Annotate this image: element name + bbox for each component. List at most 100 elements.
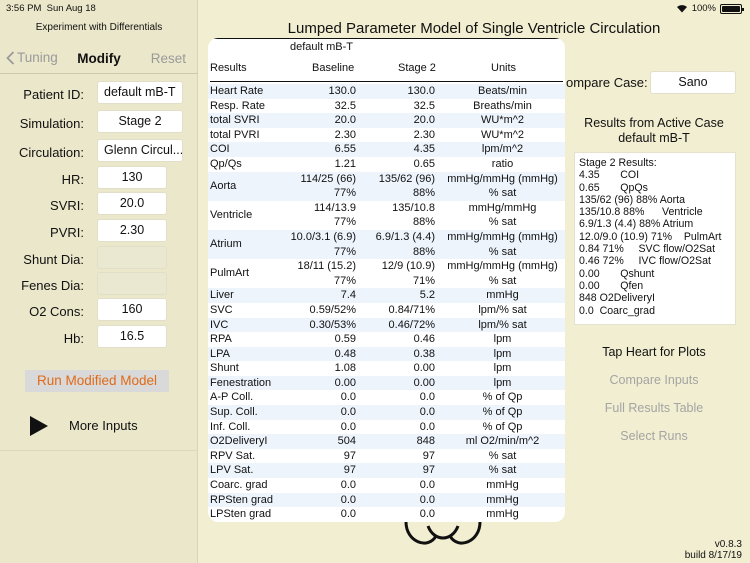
svri-label: SVRI: [50, 198, 84, 213]
stage-value: 848 [416, 435, 435, 448]
units-value: WU*m^2 [480, 128, 525, 141]
results-line: 0.65 QpQs [579, 181, 648, 194]
baseline-value: 6.55 [334, 143, 356, 156]
results-table-panel[interactable]: default mB-T Results Baseline Stage 2 Un… [208, 38, 565, 522]
baseline-value: 114/25 (66) [300, 172, 356, 185]
pvri-field[interactable]: 2.30 [97, 219, 167, 242]
stage-value: 0.46 [413, 333, 435, 346]
units-value: Breaths/min [473, 99, 532, 112]
column-header-baseline: Baseline [312, 62, 355, 74]
hr-label: HR: [61, 172, 84, 187]
table-row: Heart Rate 130.0 130.0 Beats/min [208, 84, 565, 99]
status-date: Sun Aug 18 [46, 3, 96, 14]
units-value: % of Qp [482, 406, 523, 419]
table-row: IVC 0.30/53% 0.46/72% lpm/% sat [208, 317, 565, 333]
full-results-table-button[interactable]: Full Results Table [570, 401, 738, 415]
baseline-value: 20.0 [334, 114, 356, 127]
baseline-value: 10.0/3.1 (6.9) [290, 230, 356, 243]
table-header-divider [210, 81, 563, 82]
form-row-shunt-dia: Shunt Dia: [0, 246, 198, 273]
stage-value: 0.0 [419, 420, 435, 433]
units-value: % sat [488, 464, 517, 477]
app-title: Experiment with Differentials [35, 22, 163, 33]
table-row: SVC 0.59/52% 0.84/71% lpm/% sat [208, 303, 565, 318]
stage-value: 0.0 [419, 493, 435, 506]
baseline-value: 0.0 [340, 391, 356, 404]
units-value: mmHg [486, 508, 519, 521]
table-row: LPA 0.48 0.38 lpm [208, 346, 565, 362]
table-row: LPSten grad 0.0 0.0 mmHg [208, 507, 565, 522]
baseline-value: 97 [343, 449, 356, 462]
select-runs-button[interactable]: Select Runs [570, 429, 738, 443]
row-label: Sup. Coll. [210, 406, 258, 419]
row-label: Qp/Qs [210, 157, 242, 170]
row-label: LPSten grad [210, 508, 272, 521]
table-row: RPSten grad 0.0 0.0 mmHg [208, 492, 565, 508]
results-line: 135/62 (96) 88% Aorta [579, 193, 686, 206]
reset-button[interactable]: Reset [151, 51, 186, 66]
shunt-dia-field[interactable] [97, 246, 167, 269]
stage-value: 130.0 [407, 85, 435, 97]
compare-inputs-button[interactable]: Compare Inputs [570, 373, 738, 387]
row-label: Ventricle [210, 208, 253, 221]
compare-case-field[interactable]: Sano [650, 71, 736, 94]
stage-value: 20.0 [413, 114, 435, 127]
form-row-pvri: PVRI: 2.30 [0, 219, 198, 246]
status-time-date: 3:56 PM Sun Aug 18 [6, 3, 96, 14]
row-label: Coarc. grad [210, 479, 268, 492]
form-row-fenes-dia: Fenes Dia: [0, 272, 198, 299]
navbar: Tuning Modify Reset [0, 44, 198, 74]
stage-value: 135/62 (96) [378, 172, 435, 185]
simulation-field[interactable]: Stage 2 [97, 110, 183, 133]
stage-value: 0.46/72% [388, 318, 435, 331]
stage-value-line2: 88% [412, 245, 435, 258]
svri-field[interactable]: 20.0 [97, 192, 167, 215]
units-value-line2: % sat [488, 274, 517, 287]
baseline-value-line2: 77% [333, 187, 356, 200]
baseline-value: 0.0 [340, 508, 356, 521]
row-label: Fenestration [210, 376, 272, 389]
hb-field[interactable]: 16.5 [97, 325, 167, 348]
more-inputs-button[interactable]: More Inputs [28, 414, 188, 436]
patient-id-field[interactable]: default mB-T [97, 81, 183, 104]
baseline-value: 0.0 [340, 479, 356, 492]
table-row: total PVRI 2.30 2.30 WU*m^2 [208, 128, 565, 143]
simulation-label: Simulation: [19, 116, 84, 131]
sidebar-divider [0, 450, 198, 451]
results-line: 12.0/9.0 (10.9) 71% PulmArt [579, 230, 722, 243]
units-value: % of Qp [482, 391, 523, 404]
tap-heart-label: Tap Heart for Plots [602, 345, 706, 359]
circulation-field[interactable]: Glenn Circul... [97, 139, 183, 162]
row-label: Shunt [210, 362, 239, 375]
units-value: ratio [491, 157, 514, 170]
form-row-circulation: Circulation: Glenn Circul... [0, 139, 198, 166]
baseline-value: 0.00 [334, 376, 356, 389]
results-line: 135/10.8 88% Ventricle [579, 206, 703, 219]
form-row-patient-id: Patient ID: default mB-T [0, 81, 198, 108]
fenes-dia-label: Fenes Dia: [21, 278, 84, 293]
form-row-svri: SVRI: 20.0 [0, 192, 198, 219]
table-row: LPV Sat. 97 97 % sat [208, 463, 565, 479]
results-line: 0.00 Qshunt [579, 267, 655, 280]
column-header-stage: Stage 2 [398, 62, 436, 74]
hr-field[interactable]: 130 [97, 166, 167, 189]
units-value: lpm/% sat [478, 318, 527, 331]
row-label: COI [210, 143, 230, 156]
run-modified-model-button[interactable]: Run Modified Model [25, 370, 169, 392]
results-line: 0.0 Coarc_grad [579, 304, 655, 317]
units-value: mmHg [486, 479, 519, 492]
units-value: mmHg [486, 493, 519, 506]
baseline-value: 0.0 [340, 420, 356, 433]
stage-value: 135/10.8 [392, 201, 435, 214]
form-row-o2-cons: O2 Cons: 160 [0, 298, 198, 325]
stage-value: 0.00 [413, 376, 435, 389]
units-value: % of Qp [482, 420, 523, 433]
stage-value: 0.65 [413, 157, 435, 170]
results-line: 0.00 Qfen [579, 279, 644, 292]
stage-value: 0.84/71% [388, 303, 435, 316]
o2-cons-field[interactable]: 160 [97, 298, 167, 321]
fenes-dia-field[interactable] [97, 272, 167, 295]
baseline-value: 18/11 (15.2) [297, 260, 356, 273]
baseline-value: 2.30 [334, 128, 356, 141]
table-row: total SVRI 20.0 20.0 WU*m^2 [208, 113, 565, 128]
